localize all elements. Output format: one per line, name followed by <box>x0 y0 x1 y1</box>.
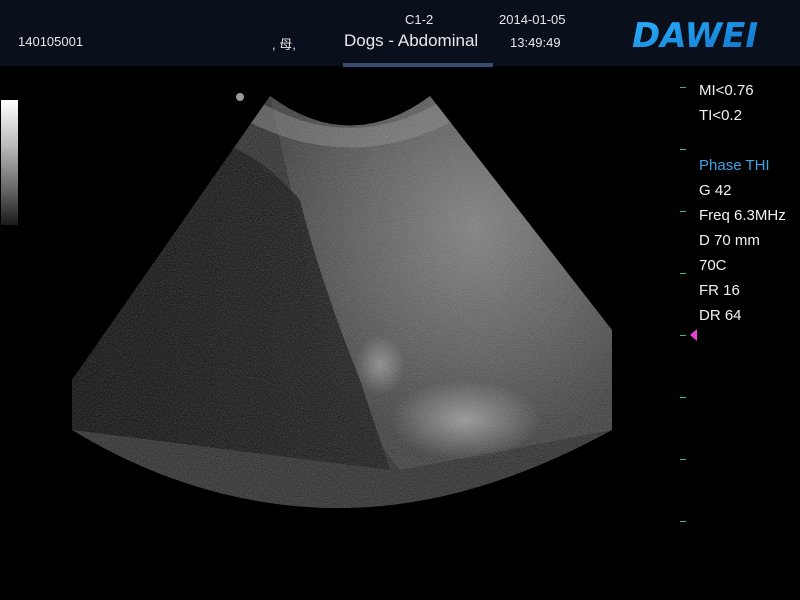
exam-type[interactable]: Dogs - Abdominal <box>344 31 478 51</box>
depth-scale-tick <box>680 459 686 460</box>
patient-name: , 母, <box>272 37 296 52</box>
focus-position-marker[interactable] <box>690 329 697 341</box>
probe-name: C1-2 <box>405 12 434 27</box>
depth-scale-tick <box>680 87 686 88</box>
ti-readout: TI<0.2 <box>699 107 742 124</box>
mi-readout: MI<0.76 <box>699 82 754 99</box>
frequency-readout: Freq 6.3MHz <box>699 207 786 224</box>
depth-scale-tick <box>680 149 686 150</box>
depth-scale-tick <box>680 521 686 522</box>
ultrasound-image <box>72 96 612 508</box>
exam-time: 13:49:49 <box>510 35 561 50</box>
patient-id: 140105001 <box>18 34 84 49</box>
parameter-panel: MI<0.76 TI<0.2 Phase THI G 42 Freq 6.3MH… <box>699 78 786 328</box>
depth-scale-tick <box>680 211 686 212</box>
depth-readout: D 70 mm <box>699 232 760 249</box>
gain-readout: G 42 <box>699 182 732 199</box>
exam-date: 2014-01-05 <box>499 12 566 27</box>
brand-logo-text: DAWEI <box>632 16 758 54</box>
depth-scale-tick <box>680 397 686 398</box>
orientation-marker-dot <box>236 93 244 101</box>
imaging-mode[interactable]: Phase THI <box>699 153 786 178</box>
depth-scale-tick <box>680 273 686 274</box>
preset-readout: 70C <box>699 257 727 274</box>
brand-logo: DAWEI <box>632 16 758 54</box>
frame-rate-readout: FR 16 <box>699 282 740 299</box>
dynamic-range-readout: DR 64 <box>699 307 742 324</box>
depth-scale-tick <box>680 335 686 336</box>
